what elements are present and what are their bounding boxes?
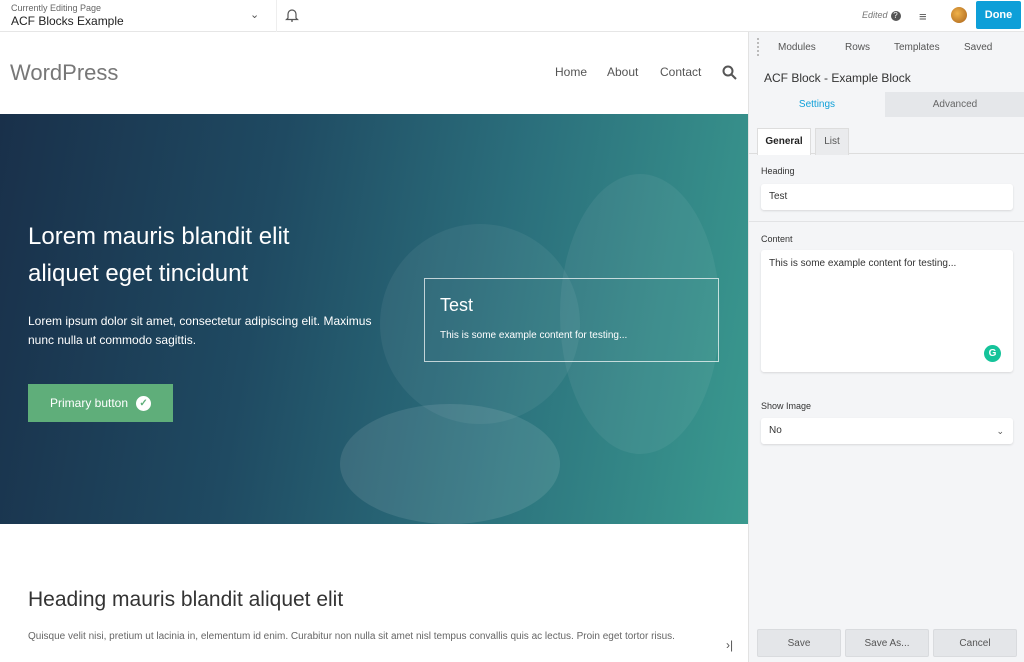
beaver-logo-icon[interactable] (951, 7, 967, 23)
tab-saved[interactable]: Saved (964, 42, 992, 53)
primary-button-label: Primary button (49, 396, 129, 410)
search-icon[interactable] (722, 65, 737, 80)
bell-icon[interactable] (285, 7, 299, 23)
acf-example-block[interactable]: Test This is some example content for te… (424, 278, 719, 362)
settings-panel: Modules Rows Templates Saved ACF Block -… (748, 32, 1024, 662)
outline-icon[interactable]: ≡ (919, 9, 927, 24)
nav-contact[interactable]: Contact (660, 65, 701, 79)
hero-text: Lorem ipsum dolor sit amet, consectetur … (28, 314, 372, 347)
nav-about[interactable]: About (607, 65, 638, 79)
drag-handle-icon[interactable] (757, 38, 760, 56)
tab-advanced[interactable]: Advanced (885, 92, 1024, 117)
heading-label: Heading (761, 166, 795, 176)
sub-tabs: General List (749, 127, 1024, 155)
section-heading: Heading mauris blandit aliquet elit (28, 588, 344, 611)
tab-modules[interactable]: Modules (778, 42, 816, 53)
chevron-down-icon[interactable]: ⌄ (250, 8, 259, 21)
save-as-button[interactable]: Save As... (845, 629, 929, 657)
show-image-value: No (769, 425, 782, 436)
show-image-select[interactable]: No ⌄ (761, 418, 1013, 444)
panel-tabs: Modules Rows Templates Saved (749, 32, 1024, 62)
top-bar: Currently Editing Page ACF Blocks Exampl… (0, 0, 1024, 32)
help-icon: ? (890, 11, 901, 21)
content-value: This is some example content for testing… (769, 258, 957, 269)
site-header: WordPress Home About Contact (0, 32, 748, 114)
edited-label: Edited (862, 10, 888, 20)
save-button[interactable]: Save (757, 629, 841, 657)
primary-button[interactable]: Primary button ✓ (28, 384, 173, 422)
check-circle-icon: ✓ (136, 395, 152, 411)
tab-list[interactable]: List (815, 128, 849, 155)
cancel-button[interactable]: Cancel (933, 629, 1017, 657)
site-logo[interactable]: WordPress (10, 60, 118, 86)
chevron-down-icon: ⌄ (996, 426, 1004, 436)
tab-general[interactable]: General (757, 128, 811, 155)
page-title: ACF Blocks Example (11, 14, 124, 28)
tab-templates[interactable]: Templates (894, 42, 940, 53)
editing-label: Currently Editing Page (11, 3, 102, 13)
nav-home[interactable]: Home (555, 65, 587, 79)
divider (749, 221, 1024, 222)
block-settings-title: ACF Block - Example Block (764, 71, 911, 85)
content-label: Content (761, 234, 793, 244)
tab-settings[interactable]: Settings (749, 92, 885, 117)
hero-section: Lorem mauris blandit elit aliquet eget t… (0, 114, 748, 524)
done-button[interactable]: Done (976, 1, 1021, 29)
section-text: Quisque velit nisi, pretium ut lacinia i… (28, 631, 675, 642)
collapse-panel-icon[interactable]: ›| (726, 638, 733, 652)
settings-tabs: Settings Advanced (749, 92, 1024, 117)
grammarly-icon[interactable]: G (984, 345, 1001, 362)
show-image-label: Show Image (761, 401, 812, 411)
page-selector[interactable]: Currently Editing Page ACF Blocks Exampl… (0, 0, 277, 32)
heading-input[interactable]: Test (761, 184, 1013, 210)
hero-heading: Lorem mauris blandit elit aliquet eget t… (28, 223, 290, 287)
block-content: This is some example content for testing… (440, 330, 628, 341)
content-textarea[interactable]: This is some example content for testing… (761, 250, 1013, 372)
edited-status[interactable]: Edited? (862, 10, 901, 21)
block-heading: Test (440, 295, 474, 315)
page-canvas: WordPress Home About Contact Lorem mauri… (0, 32, 748, 662)
tab-rows[interactable]: Rows (845, 42, 870, 53)
